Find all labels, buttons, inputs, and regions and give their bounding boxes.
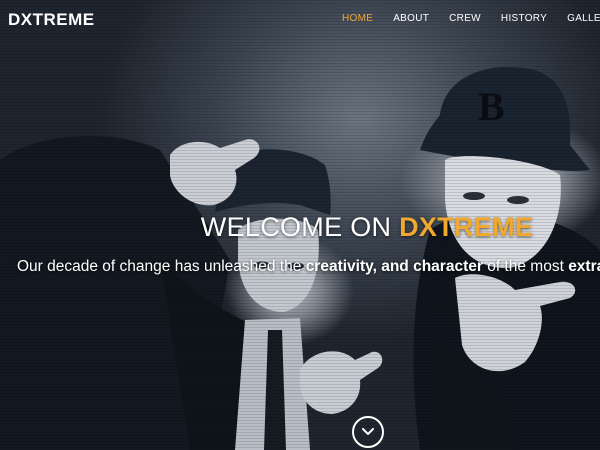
subline-bold-1: creativity, and character	[305, 258, 483, 275]
subline-part-2: of the most	[482, 258, 569, 275]
main-nav: HOME ABOUT CREW HISTORY GALLERY MU	[342, 13, 600, 24]
headline-prefix: WELCOME ON	[200, 212, 400, 242]
hero-headline: WELCOME ON DXTREME	[0, 212, 600, 243]
scroll-down-button[interactable]	[352, 416, 384, 448]
svg-text:B: B	[478, 84, 505, 129]
headline-brand: DXTREME	[399, 212, 534, 242]
nav-item-about[interactable]: ABOUT	[393, 13, 429, 24]
nav-item-home[interactable]: HOME	[342, 13, 373, 24]
hero-subline: Our decade of change has unleashed the c…	[17, 258, 600, 276]
subline-part-1: Our decade of change has unleashed the	[17, 258, 306, 275]
nav-item-history[interactable]: HISTORY	[501, 13, 547, 24]
hero-section: B DXTREME HOME ABOUT CREW HISTORY GALLE …	[0, 0, 600, 450]
nav-item-crew[interactable]: CREW	[449, 13, 481, 24]
chevron-down-icon	[362, 428, 374, 435]
navbar: DXTREME HOME ABOUT CREW HISTORY GALLERY …	[0, 0, 600, 40]
subline-bold-2: extraordinary	[568, 258, 600, 275]
site-logo[interactable]: DXTREME	[8, 10, 95, 30]
nav-item-gallery[interactable]: GALLERY	[567, 13, 600, 24]
